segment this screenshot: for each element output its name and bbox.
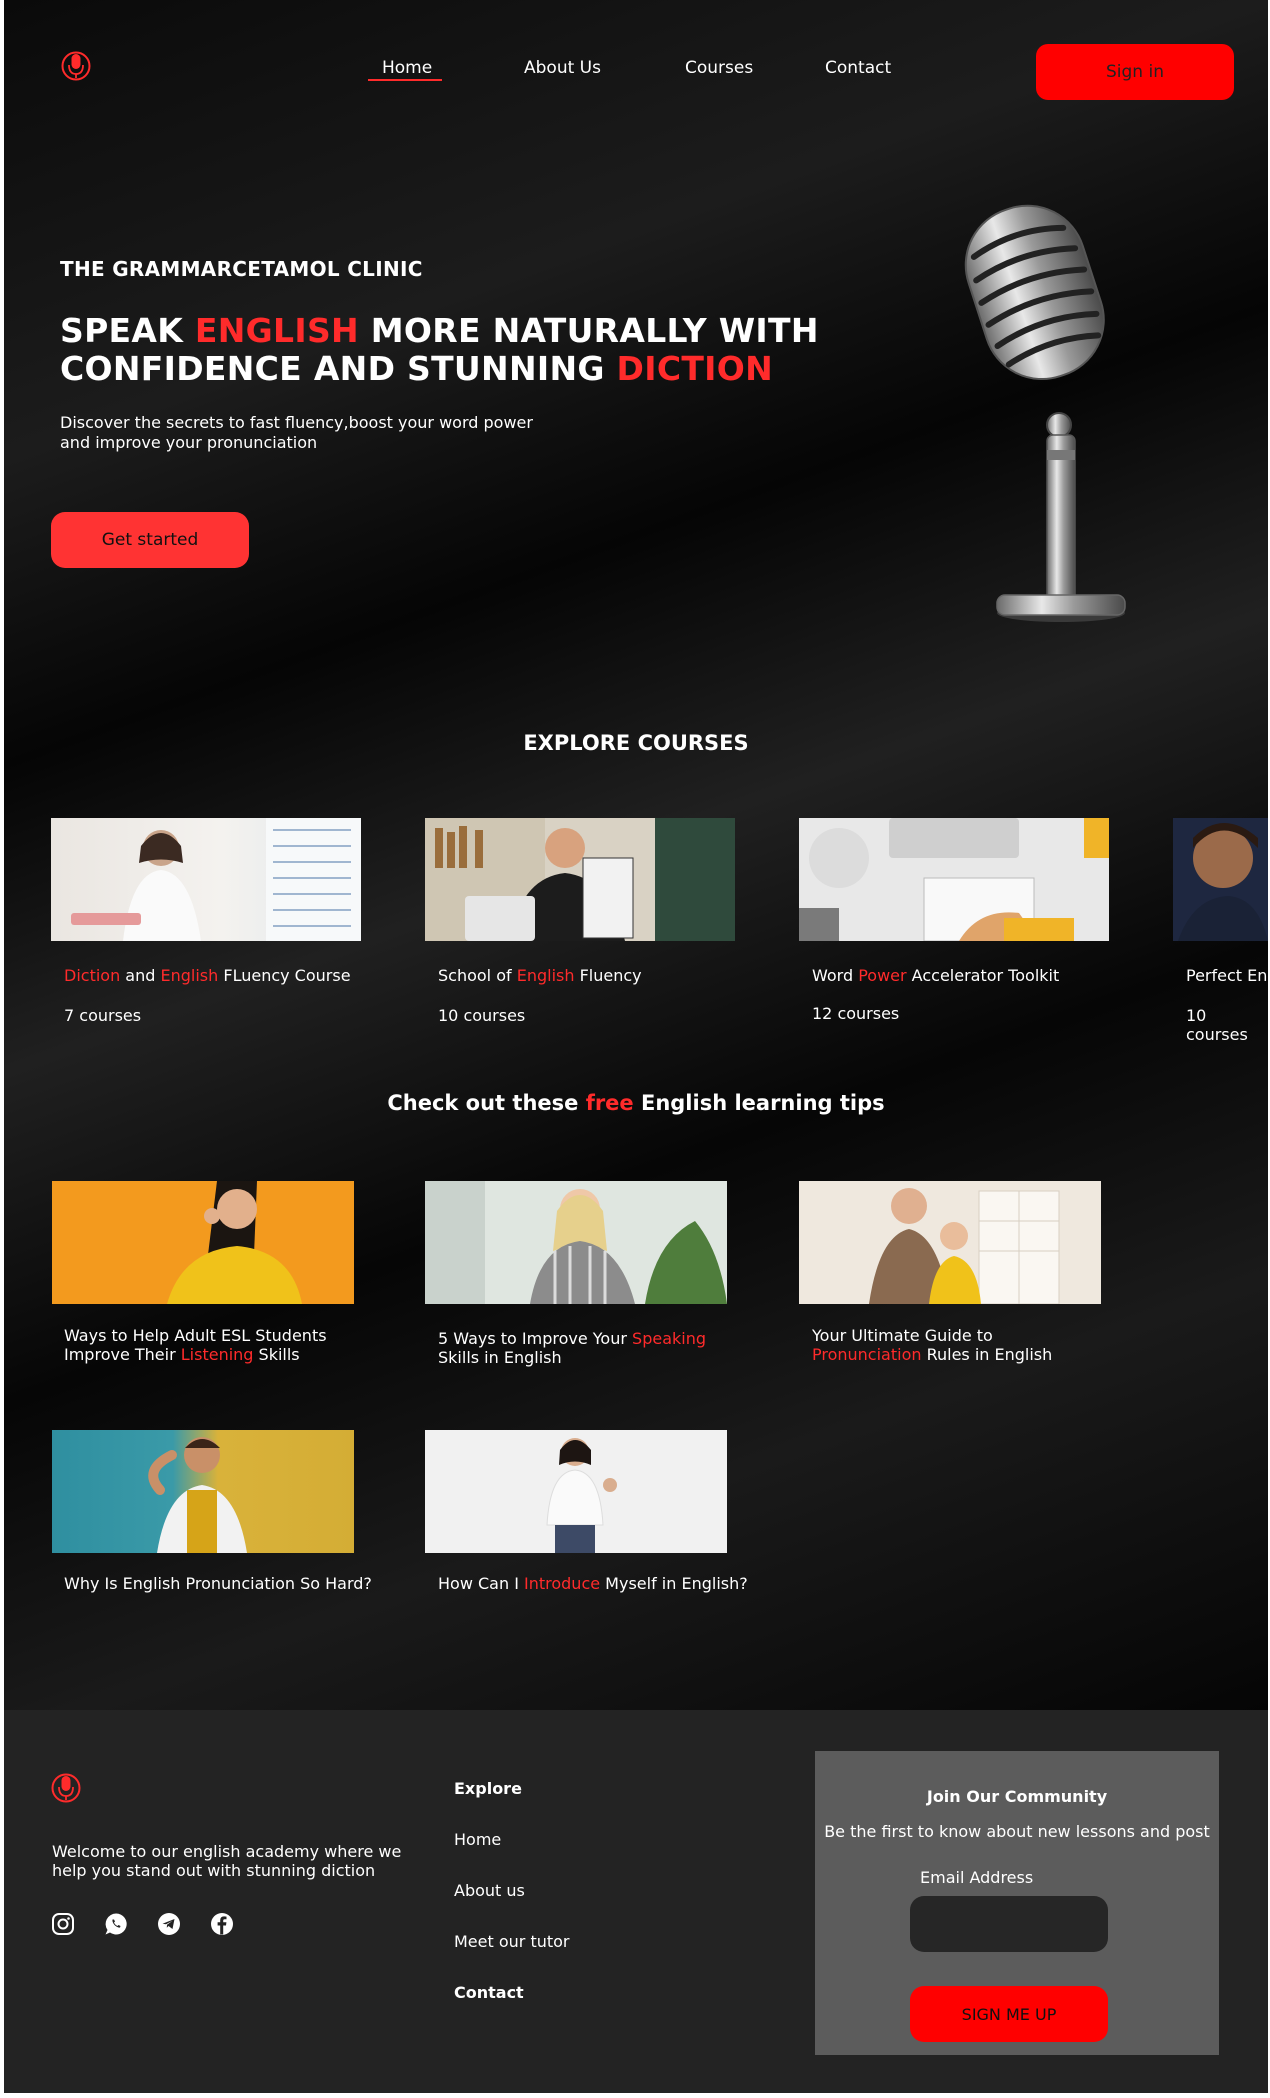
tip-image-speaking[interactable] [425, 1181, 727, 1304]
course-title-part: Accelerator Toolkit [906, 966, 1060, 985]
tip-image-introduce[interactable] [425, 1430, 727, 1553]
course-title[interactable]: Diction and English FLuency Course [64, 966, 351, 985]
course-image-diction[interactable] [51, 818, 361, 941]
tip-title-line: Skills in English [438, 1348, 562, 1367]
footer-link-meet-tutor[interactable]: Meet our tutor [454, 1932, 570, 1951]
course-image-word-power[interactable] [799, 818, 1109, 941]
microphone-image [964, 204, 1126, 622]
nav-active-underline [368, 79, 442, 81]
footer-explore-heading: Explore [454, 1779, 522, 1798]
course-title-part: Fluency [574, 966, 642, 985]
tip-image-listening[interactable] [52, 1181, 354, 1304]
newsletter-subtitle: Be the first to know about new lessons a… [824, 1822, 1210, 1841]
tip-title-highlight: Introduce [524, 1574, 601, 1593]
course-title-part: and [120, 966, 161, 985]
tip-title-line: Improve Their Listening Skills [64, 1345, 394, 1364]
facebook-icon[interactable] [210, 1912, 234, 1936]
course-count: 10 courses [1186, 1006, 1248, 1044]
tip-title-part: Improve Their [64, 1345, 181, 1364]
course-title[interactable]: Word Power Accelerator Toolkit [812, 966, 1059, 985]
hero-subtitle-line: and improve your pronunciation [60, 433, 318, 452]
instagram-icon[interactable] [51, 1912, 75, 1936]
course-count: 7 courses [64, 1006, 142, 1025]
email-input[interactable] [910, 1896, 1108, 1952]
hero-kicker: THE GRAMMARCETAMOL CLINIC [60, 257, 423, 281]
page: Home About Us Courses Contact Sign in TH… [4, 0, 1268, 2093]
course-title-part: FLuency Course [218, 966, 351, 985]
course-count: 10 courses [438, 1006, 526, 1025]
hero-title-part: SPEAK [60, 311, 195, 350]
course-title-highlight: English [516, 966, 575, 985]
course-title-part: Word [812, 966, 859, 985]
sign-me-up-button[interactable]: SIGN ME UP [910, 1986, 1108, 2042]
tip-image-hard[interactable] [52, 1430, 354, 1553]
footer-welcome: Welcome to our english academy where we … [52, 1842, 422, 1880]
tip-title-line: Ways to Help Adult ESL Students [64, 1326, 327, 1345]
hero-title-highlight: ENGLISH [194, 311, 359, 350]
tip-title-part: Myself in English? [600, 1574, 748, 1593]
course-image-school[interactable] [425, 818, 735, 941]
footer-link-home[interactable]: Home [454, 1830, 501, 1849]
hero-subtitle-line: Discover the secrets to fast fluency,boo… [60, 413, 533, 432]
tip-title[interactable]: How Can I Introduce Myself in English? [438, 1574, 768, 1593]
course-image-perfect[interactable] [1173, 818, 1268, 941]
sign-in-button[interactable]: Sign in [1036, 44, 1234, 100]
telegram-icon[interactable] [157, 1912, 181, 1936]
tips-title-part: English learning tips [633, 1091, 885, 1115]
hero-subtitle: Discover the secrets to fast fluency,boo… [60, 413, 580, 453]
hero-title-highlight: DICTION [616, 349, 773, 388]
tips-title-part: Check out these [387, 1091, 586, 1115]
nav-about-us[interactable]: About Us [524, 58, 601, 78]
tips-title-highlight: free [585, 1091, 634, 1115]
tip-title-line: Pronunciation Rules in English [812, 1345, 1142, 1364]
course-title[interactable]: School of English Fluency [438, 966, 642, 985]
tip-title[interactable]: Your Ultimate Guide to Pronunciation Rul… [812, 1326, 1142, 1364]
hero-title-part: CONFIDENCE AND STUNNING [60, 349, 617, 388]
tip-title-part: How Can I [438, 1574, 524, 1593]
footer-link-contact[interactable]: Contact [454, 1983, 524, 2002]
tip-title[interactable]: Why Is English Pronunciation So Hard? [64, 1574, 394, 1593]
hero-title: SPEAK ENGLISH MORE NATURALLY WITH CONFID… [60, 312, 820, 388]
mic-logo-icon[interactable] [51, 1766, 81, 1810]
course-title[interactable]: Perfect Eng [1186, 966, 1268, 985]
course-title-highlight: English [160, 966, 219, 985]
tip-title-line: 5 Ways to Improve Your Speaking [438, 1329, 768, 1348]
tip-image-pronunciation[interactable] [799, 1181, 1101, 1304]
tip-title-highlight: Speaking [632, 1329, 706, 1348]
mic-logo-icon[interactable] [61, 44, 91, 88]
nav-home[interactable]: Home [382, 58, 432, 78]
whatsapp-icon[interactable] [104, 1912, 128, 1936]
tip-title-part: 5 Ways to Improve Your [438, 1329, 633, 1348]
footer-welcome-line: help you stand out with stunning diction [52, 1861, 376, 1880]
tip-title-line: Your Ultimate Guide to [812, 1326, 993, 1345]
get-started-button[interactable]: Get started [51, 512, 249, 568]
tips-title: Check out these free English learning ti… [4, 1091, 1268, 1115]
tip-title-part: Rules in English [921, 1345, 1053, 1364]
newsletter-title: Join Our Community [926, 1787, 1108, 1806]
nav-contact[interactable]: Contact [825, 58, 891, 78]
explore-courses-title: EXPLORE COURSES [523, 731, 749, 755]
email-label: Email Address [920, 1868, 1034, 1887]
tip-title[interactable]: 5 Ways to Improve Your Speaking Skills i… [438, 1329, 768, 1367]
hero-title-part: MORE NATURALLY WITH [358, 311, 819, 350]
course-count: 12 courses [812, 1004, 900, 1023]
tip-title-highlight: Listening [180, 1345, 254, 1364]
tip-title-highlight: Pronunciation [812, 1345, 922, 1364]
course-title-part: School of [438, 966, 517, 985]
footer-welcome-line: Welcome to our english academy where we [52, 1842, 402, 1861]
footer-link-about-us[interactable]: About us [454, 1881, 525, 1900]
tip-title-part: Skills [253, 1345, 300, 1364]
course-title-highlight: Power [858, 966, 907, 985]
nav-courses[interactable]: Courses [685, 58, 753, 78]
course-title-highlight: Diction [64, 966, 121, 985]
tip-title[interactable]: Ways to Help Adult ESL Students Improve … [64, 1326, 394, 1364]
